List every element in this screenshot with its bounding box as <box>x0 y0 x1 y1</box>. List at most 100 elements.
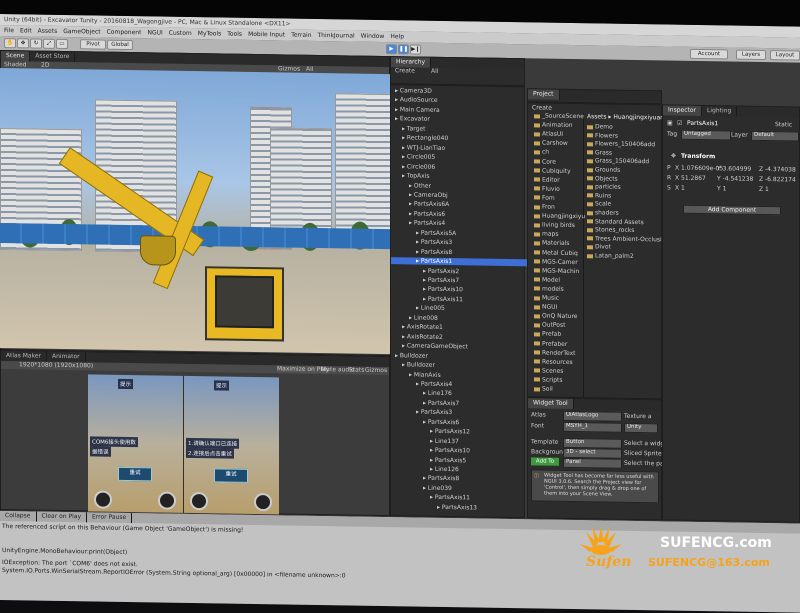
hierarchy-item[interactable]: ▸ TopAxis <box>402 172 430 179</box>
project-folder-item[interactable]: Model <box>534 276 560 284</box>
hierarchy-item[interactable]: ▸ CameraObj <box>409 191 448 199</box>
atlas-field[interactable]: UiAtlasLogo <box>563 410 622 422</box>
project-folder-item[interactable]: Scripts <box>534 376 563 384</box>
project-folder-item[interactable]: NGUI <box>534 303 557 311</box>
hierarchy-item[interactable]: ▸ PartsAxis4 <box>416 380 452 388</box>
scale-tool-button[interactable]: ⤢ <box>43 38 55 49</box>
menu-item-tools[interactable]: Tools <box>227 31 242 38</box>
project-folder-item[interactable]: models <box>534 285 564 293</box>
rect-tool-button[interactable]: ▭ <box>56 38 68 50</box>
menu-item-custom[interactable]: Custom <box>169 30 192 37</box>
global-toggle[interactable]: Global <box>107 39 133 51</box>
font-field[interactable]: MSYH_1 <box>563 421 622 433</box>
project-asset-item[interactable]: Objects <box>587 175 618 182</box>
unity-field[interactable]: Unity <box>624 422 658 434</box>
object-name-field[interactable]: PartsAxis1 <box>687 120 718 127</box>
menu-item-window[interactable]: Window <box>361 33 385 40</box>
layout-dropdown[interactable]: Layout <box>770 50 800 61</box>
hierarchy-item[interactable]: ▸ PartsAxis2 <box>423 267 459 275</box>
hierarchy-item[interactable]: ▸ PartsAxis1 <box>391 257 549 267</box>
tab-inspector[interactable]: Inspector <box>663 105 702 117</box>
hierarchy-item[interactable]: ▸ Line176 <box>423 390 452 397</box>
transform-y-field[interactable]: Y 1 <box>717 185 726 192</box>
hierarchy-item[interactable]: ▸ PartsAxis5 <box>430 456 466 464</box>
project-folder-item[interactable]: MGS-Machin <box>534 267 579 275</box>
menu-item-edit[interactable]: Edit <box>20 27 32 34</box>
project-asset-item[interactable]: Standard Assets <box>587 218 644 226</box>
game-viewport[interactable]: 提示 COM6接头使用数 据错误 重试 提示 1.请确认端口已连接 2.连接后点… <box>88 374 279 515</box>
project-asset-item[interactable]: Flowers <box>587 132 618 139</box>
transform-z-field[interactable]: Z -6.822174 <box>759 176 796 184</box>
console-log-line[interactable]: System.IO.Ports.WinSerialStream.ReportIO… <box>2 567 346 579</box>
transform-x-field[interactable]: X 1 <box>675 185 685 192</box>
clear-on-play-toggle[interactable]: Clear on Play <box>36 511 87 523</box>
hierarchy-item[interactable]: ▸ PartsAxis10 <box>423 286 463 294</box>
hierarchy-item[interactable]: ▸ Camera3D <box>395 87 432 95</box>
menu-item-mytools[interactable]: MyTools <box>198 30 222 37</box>
project-folder-item[interactable]: Music <box>534 294 559 302</box>
project-asset-item[interactable]: Flowers_150406add <box>587 140 655 148</box>
hierarchy-item[interactable]: ▸ Main Camera <box>395 106 440 114</box>
tab-lighting[interactable]: Lighting <box>702 106 738 117</box>
project-folder-item[interactable]: Fom <box>534 194 555 202</box>
menu-item-help[interactable]: Help <box>390 33 404 40</box>
menu-item-component[interactable]: Component <box>107 29 142 37</box>
console-log-line[interactable]: The referenced script on this Behaviour … <box>2 523 243 534</box>
scene-viewport[interactable] <box>0 68 390 355</box>
hierarchy-item[interactable]: ▸ PartsAxis7 <box>423 399 459 407</box>
hierarchy-item[interactable]: ▸ PartsAxis3 <box>416 409 452 417</box>
project-folder-item[interactable]: Metal Cubiq <box>534 249 578 257</box>
hierarchy-item[interactable]: ▸ Circle005 <box>402 153 435 161</box>
project-asset-item[interactable]: Stones_rocks <box>587 226 634 234</box>
project-folder-item[interactable]: Cubiquity <box>534 167 571 175</box>
project-folder-item[interactable]: ch <box>534 149 549 156</box>
project-folder-item[interactable]: living birds <box>534 222 575 229</box>
hierarchy-item[interactable]: ▸ PartsAxis12 <box>430 428 470 436</box>
rotate-tool-button[interactable]: ↻ <box>30 38 42 49</box>
hierarchy-item[interactable]: ▸ PartsAxis4 <box>409 220 445 228</box>
hierarchy-item[interactable]: ▸ Line137 <box>430 437 459 444</box>
project-folder-item[interactable]: OnQ Nature <box>534 313 578 320</box>
project-asset-item[interactable]: Latan_palm2 <box>587 252 634 260</box>
menu-item-terrain[interactable]: Terrain <box>291 32 311 39</box>
project-folder-item[interactable]: Materials <box>534 240 570 247</box>
retry-button[interactable]: 重试 <box>118 466 152 482</box>
collapse-toggle[interactable]: Collapse <box>0 511 37 522</box>
hierarchy-item[interactable]: ▸ Excavator <box>395 116 430 124</box>
retry-button[interactable]: 重试 <box>214 468 248 483</box>
project-folder-item[interactable]: Prefab <box>534 331 561 338</box>
tab-project[interactable]: Project <box>528 89 560 100</box>
project-folder-item[interactable]: OutPost <box>534 322 565 329</box>
transform-y-field[interactable]: Y -4.541238 <box>717 175 753 183</box>
hierarchy-item[interactable]: ▸ Bulldozer <box>395 352 428 360</box>
project-folder-item[interactable]: Carshow <box>534 140 568 147</box>
project-folder-item[interactable]: Huangjingxiyu <box>534 212 585 220</box>
hand-tool-button[interactable]: ✋ <box>4 38 16 49</box>
project-folder-item[interactable]: Fluvio <box>534 185 560 193</box>
project-folder-item[interactable]: MGS-Camer <box>534 258 578 266</box>
play-button[interactable]: ▶ <box>386 44 397 55</box>
hierarchy-item[interactable]: ▸ PartsAxis6A <box>409 201 449 209</box>
stats-toggle[interactable]: Stats <box>349 366 364 373</box>
game-gizmos-toggle[interactable]: Gizmos <box>365 367 387 374</box>
hierarchy-item[interactable]: ▸ Bulldozer <box>402 361 435 369</box>
project-asset-item[interactable]: Demo <box>587 123 613 131</box>
hierarchy-item[interactable]: ▸ PartsAxis3 <box>416 239 452 247</box>
layer-dropdown[interactable]: Default <box>751 130 799 142</box>
hierarchy-item[interactable]: ▸ PartsAxis8 <box>423 475 459 483</box>
step-button[interactable]: ▶❙ <box>410 44 421 55</box>
account-dropdown[interactable]: Account <box>690 48 728 60</box>
project-asset-item[interactable]: Scale <box>587 201 611 208</box>
hierarchy-search-input[interactable]: All <box>431 68 438 75</box>
hierarchy-item[interactable]: ▸ AxisRotate1 <box>402 324 443 332</box>
hierarchy-item[interactable]: ▸ PartsAxis10 <box>430 447 470 455</box>
menu-item-gameobject[interactable]: GameObject <box>63 28 100 36</box>
hierarchy-item[interactable]: ▸ PartsAxis11 <box>423 296 463 304</box>
hierarchy-item[interactable]: ▸ Line126 <box>430 466 459 473</box>
transform-z-field[interactable]: Z 1 <box>759 186 769 193</box>
project-asset-item[interactable]: Grounds <box>587 166 620 174</box>
layers-dropdown[interactable]: Layers <box>736 49 766 61</box>
hierarchy-item[interactable]: ▸ AxisRotate2 <box>402 333 443 341</box>
project-asset-item[interactable]: Trees Ambient-Occlusion <box>587 235 669 243</box>
project-folder-item[interactable]: _SourceScene <box>534 112 584 120</box>
